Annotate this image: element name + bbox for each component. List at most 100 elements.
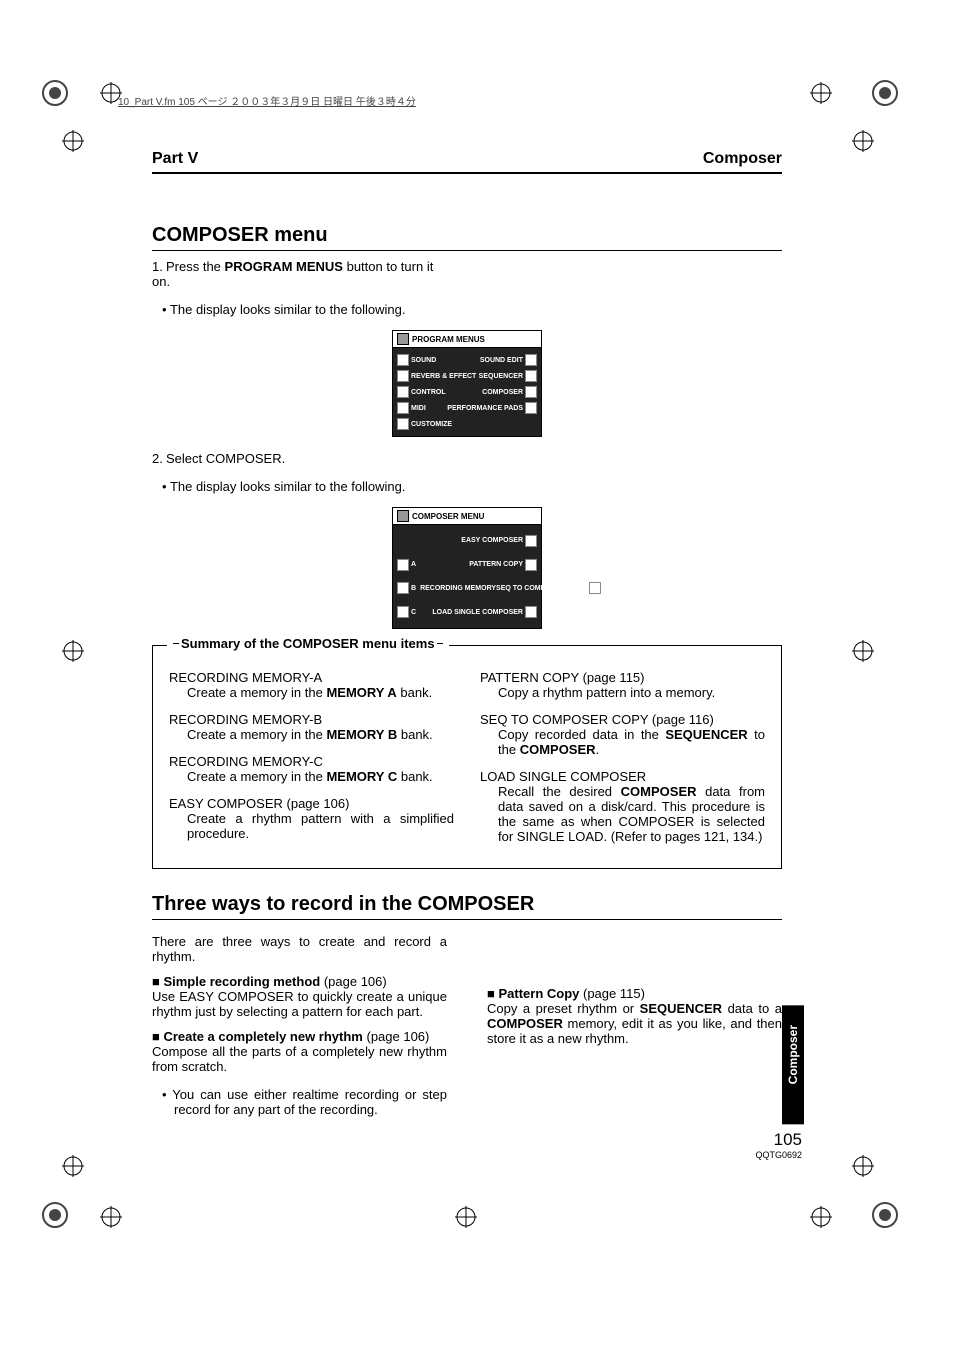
lcd1-title-icon <box>397 333 409 345</box>
step-2-number: 2. <box>152 451 166 466</box>
lcd2-easy-icon <box>525 535 537 547</box>
method-3-page: (page 115) <box>579 986 645 1001</box>
summary-item-rec-b: RECORDING MEMORY-B <box>169 712 454 727</box>
regmark-top-right <box>870 78 900 108</box>
lcd1-composer-icon <box>525 386 537 398</box>
lcd1-right-1: SEQUENCER <box>479 373 523 380</box>
header-right: Composer <box>703 150 782 168</box>
lcd1-right-2: COMPOSER <box>482 389 523 396</box>
method-2-title: Create a completely new rhythm <box>163 1029 362 1044</box>
step-1-bullets: The display looks similar to the followi… <box>152 302 452 317</box>
lcd2-left-b: B <box>411 585 416 592</box>
summary-item-seqcopy: SEQ TO COMPOSER COPY (page 116) <box>480 712 765 727</box>
lcd1-sequencer-icon <box>525 370 537 382</box>
lcd1-left-4: CUSTOMIZE <box>411 421 452 428</box>
method-3-title: Pattern Copy <box>498 986 579 1001</box>
summary-left-column: RECORDING MEMORY-ACreate a memory in the… <box>169 658 454 844</box>
summary-box: Summary of the COMPOSER menu items RECOR… <box>152 645 782 869</box>
summary-item-seqcopy-desc: Copy recorded data in the SEQUENCER to t… <box>480 727 765 757</box>
lcd2-right-2: SEQ TO COMPOSER COPY <box>496 585 587 592</box>
lcd-composer-menu: COMPOSER MENU EASY COMPOSER A PATTERN COP… <box>317 507 617 629</box>
step-2: 2.Select COMPOSER. <box>152 451 452 466</box>
lcd2-left-label: RECORDING MEMORY <box>420 585 496 592</box>
lcd2-b-icon <box>397 582 409 594</box>
lcd1-right-0: SOUND EDIT <box>480 357 523 364</box>
summary-item-rec-c: RECORDING MEMORY-C <box>169 754 454 769</box>
summary-item-rec-c-desc: Create a memory in the MEMORY C bank. <box>169 769 454 784</box>
print-metadata: 10_Part V.fm 105 ページ ２００３年３月９日 日曜日 午後３時４… <box>118 93 416 108</box>
lcd2-title: COMPOSER MENU <box>393 508 541 525</box>
lcd1-reverb-icon <box>397 370 409 382</box>
header-left: Part V <box>152 150 198 168</box>
lcd1-midi-icon <box>397 402 409 414</box>
side-tab-composer: Composer <box>782 1005 804 1124</box>
lcd2-left-c: C <box>411 609 416 616</box>
summary-title: Summary of the COMPOSER menu items <box>167 636 449 651</box>
lcd2-pattern-icon <box>525 559 537 571</box>
regmark-right-bottom-inner <box>852 1155 882 1185</box>
method-1-page: (page 106) <box>320 974 387 989</box>
lcd1-title: PROGRAM MENUS <box>393 331 541 348</box>
three-ways-intro: There are three ways to create and recor… <box>152 934 447 964</box>
regmark-bottom-left-center <box>100 1206 130 1236</box>
doc-code: QQTG0692 <box>755 1150 802 1160</box>
regmark-left-inner <box>62 130 92 160</box>
summary-item-load: LOAD SINGLE COMPOSER <box>480 769 765 784</box>
lcd1-control-icon <box>397 386 409 398</box>
regmark-left-mid <box>62 640 92 670</box>
regmark-bottom-center <box>455 1206 485 1236</box>
lcd1-left-0: SOUND <box>411 357 436 364</box>
method-2-bullets: You can use either realtime recording or… <box>152 1087 447 1117</box>
step-2-text: Select COMPOSER. <box>166 451 285 466</box>
regmark-bottom-right-center <box>810 1206 840 1236</box>
step-2-bullets: The display looks similar to the followi… <box>152 479 452 494</box>
summary-item-rec-a-desc: Create a memory in the MEMORY A bank. <box>169 685 454 700</box>
summary-item-load-desc: Recall the desired COMPOSER data from da… <box>480 784 765 844</box>
method-3-body: Copy a preset rhythm or SEQUENCER data t… <box>487 1001 782 1046</box>
method-1-title: Simple recording method <box>163 974 320 989</box>
lcd2-left-a: A <box>411 561 416 568</box>
lcd1-left-1: REVERB & EFFECT <box>411 373 476 380</box>
three-ways-left-column: There are three ways to create and recor… <box>152 928 447 1130</box>
step-1-number: 1. <box>152 259 166 274</box>
lcd1-left-2: CONTROL <box>411 389 446 396</box>
lcd1-right-3: PERFORMANCE PADS <box>447 405 523 412</box>
lcd2-a-icon <box>397 559 409 571</box>
summary-item-easy: EASY COMPOSER (page 106) <box>169 796 454 811</box>
section-title-composer-menu: COMPOSER menu <box>152 224 782 251</box>
running-header: Part V Composer <box>152 150 782 174</box>
lcd1-soundedit-icon <box>525 354 537 366</box>
summary-right-column: PATTERN COPY (page 115)Copy a rhythm pat… <box>480 658 765 844</box>
lcd1-left-3: MIDI <box>411 405 426 412</box>
three-ways-right-column: ■ Pattern Copy (page 115) Copy a preset … <box>487 928 782 1130</box>
lcd1-sound-icon <box>397 354 409 366</box>
regmark-right-mid <box>852 640 882 670</box>
method-2-page: (page 106) <box>363 1029 430 1044</box>
page-number: 105 <box>755 1130 802 1150</box>
summary-item-pattern-desc: Copy a rhythm pattern into a memory. <box>480 685 765 700</box>
step-2-bullet-1: The display looks similar to the followi… <box>152 479 452 494</box>
lcd-program-menus: PROGRAM MENUS SOUND SOUND EDIT REVERB & E… <box>317 330 617 437</box>
lcd1-perfpads-icon <box>525 402 537 414</box>
lcd1-customize-icon <box>397 418 409 430</box>
summary-item-rec-b-desc: Create a memory in the MEMORY B bank. <box>169 727 454 742</box>
method-2-body: Compose all the parts of a completely ne… <box>152 1044 447 1074</box>
lcd2-load-icon <box>525 606 537 618</box>
lcd2-right-3: LOAD SINGLE COMPOSER <box>432 609 523 616</box>
regmark-top-right-inner <box>810 82 840 112</box>
summary-item-easy-desc: Create a rhythm pattern with a simplifie… <box>169 811 454 841</box>
regmark-right-inner <box>852 130 882 160</box>
regmark-top-left <box>40 78 70 108</box>
lcd2-right-1: PATTERN COPY <box>469 561 523 568</box>
summary-item-pattern: PATTERN COPY (page 115) <box>480 670 765 685</box>
step-1-text: Press the PROGRAM MENUS button to turn i… <box>152 259 433 289</box>
lcd2-right-0: EASY COMPOSER <box>461 537 523 544</box>
method-1-body: Use EASY COMPOSER to quickly create a un… <box>152 989 447 1019</box>
regmark-bottom-left <box>40 1200 70 1230</box>
summary-item-rec-a: RECORDING MEMORY-A <box>169 670 454 685</box>
section-title-three-ways: Three ways to record in the COMPOSER <box>152 893 782 920</box>
regmark-left-bottom-inner <box>62 1155 92 1185</box>
lcd2-c-icon <box>397 606 409 618</box>
step-1-bullet-1: The display looks similar to the followi… <box>152 302 452 317</box>
regmark-bottom-right <box>870 1200 900 1230</box>
